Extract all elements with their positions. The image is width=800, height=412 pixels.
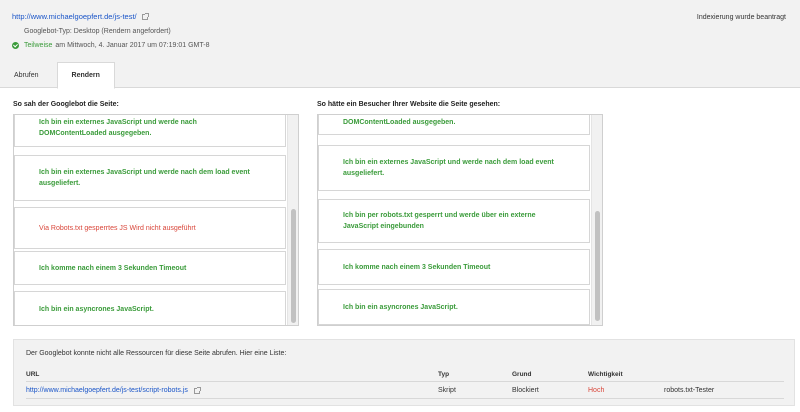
resource-reason: Blockiert [512, 387, 539, 394]
render-block: Ich bin ein externes JavaScript und werd… [318, 145, 590, 191]
scroll-thumb[interactable] [291, 209, 296, 323]
render-status: Teilweise am Mittwoch, 4. Januar 2017 um… [12, 42, 209, 49]
column-header-url: URL [26, 371, 40, 378]
render-block: DOMContentLoaded ausgegeben. [318, 115, 590, 135]
resources-intro: Der Googlebot konnte nicht alle Ressourc… [26, 350, 287, 357]
page-url-link[interactable]: http://www.michaelgoepfert.de/js-test/ [12, 12, 137, 21]
external-link-icon[interactable] [141, 12, 149, 20]
table-divider [26, 381, 784, 382]
resource-type: Skript [438, 387, 456, 394]
tab-rendern[interactable]: Rendern [56, 62, 115, 89]
render-block-blocked: Via Robots.txt gesperrtes JS Wird nicht … [14, 207, 286, 249]
indexing-status: Indexierung wurde beantragt [696, 14, 786, 21]
render-block: Ich bin ein asyncrones JavaScript. [14, 291, 286, 325]
render-block: Ich bin ein externes JavaScript und werd… [14, 155, 286, 201]
googlebot-view-title: So sah der Googlebot die Seite: [13, 101, 119, 108]
render-block: Ich bin ein asyncrones JavaScript. [318, 289, 590, 325]
status-label: Teilweise [24, 42, 53, 49]
render-block: Ich bin per robots.txt gesperrt und werd… [318, 199, 590, 243]
tab-bar: Abrufen Rendern [0, 62, 115, 89]
scrollbar[interactable] [591, 115, 602, 325]
table-row-url-cell: http://www.michaelgoepfert.de/js-test/sc… [26, 386, 201, 394]
render-block: Ich komme nach einem 3 Sekunden Timeout [14, 251, 286, 285]
fetch-header: http://www.michaelgoepfert.de/js-test/ G… [0, 0, 800, 89]
scroll-thumb[interactable] [595, 211, 600, 321]
googlebot-type: Googlebot-Typ: Desktop (Rendern angeford… [24, 28, 171, 35]
resource-url-link[interactable]: http://www.michaelgoepfert.de/js-test/sc… [26, 387, 188, 394]
external-link-icon[interactable] [193, 386, 201, 394]
visitor-view-title: So hätte ein Besucher Ihrer Website die … [317, 101, 501, 108]
column-header-type: Typ [438, 371, 450, 378]
resource-importance: Hoch [588, 387, 605, 394]
status-detail: am Mittwoch, 4. Januar 2017 um 07:19:01 … [55, 42, 210, 49]
render-block: Ich komme nach einem 3 Sekunden Timeout [318, 249, 590, 285]
googlebot-view-pane[interactable]: Ich bin ein externes JavaScript und werd… [13, 114, 299, 326]
column-header-importance: Wichtigkeit [588, 371, 623, 378]
visitor-view-pane[interactable]: DOMContentLoaded ausgegeben. Ich bin ein… [317, 114, 603, 326]
scrollbar[interactable] [287, 115, 298, 325]
robots-txt-tester-link[interactable]: robots.txt-Tester [664, 387, 714, 394]
table-divider [26, 398, 784, 399]
column-header-reason: Grund [512, 371, 532, 378]
tab-abrufen[interactable]: Abrufen [0, 62, 53, 88]
check-circle-icon [12, 42, 19, 49]
blocked-resources-panel: Der Googlebot konnte nicht alle Ressourc… [13, 339, 795, 406]
render-block: Ich bin ein externes JavaScript und werd… [14, 115, 286, 147]
url-row: http://www.michaelgoepfert.de/js-test/ [12, 12, 149, 21]
